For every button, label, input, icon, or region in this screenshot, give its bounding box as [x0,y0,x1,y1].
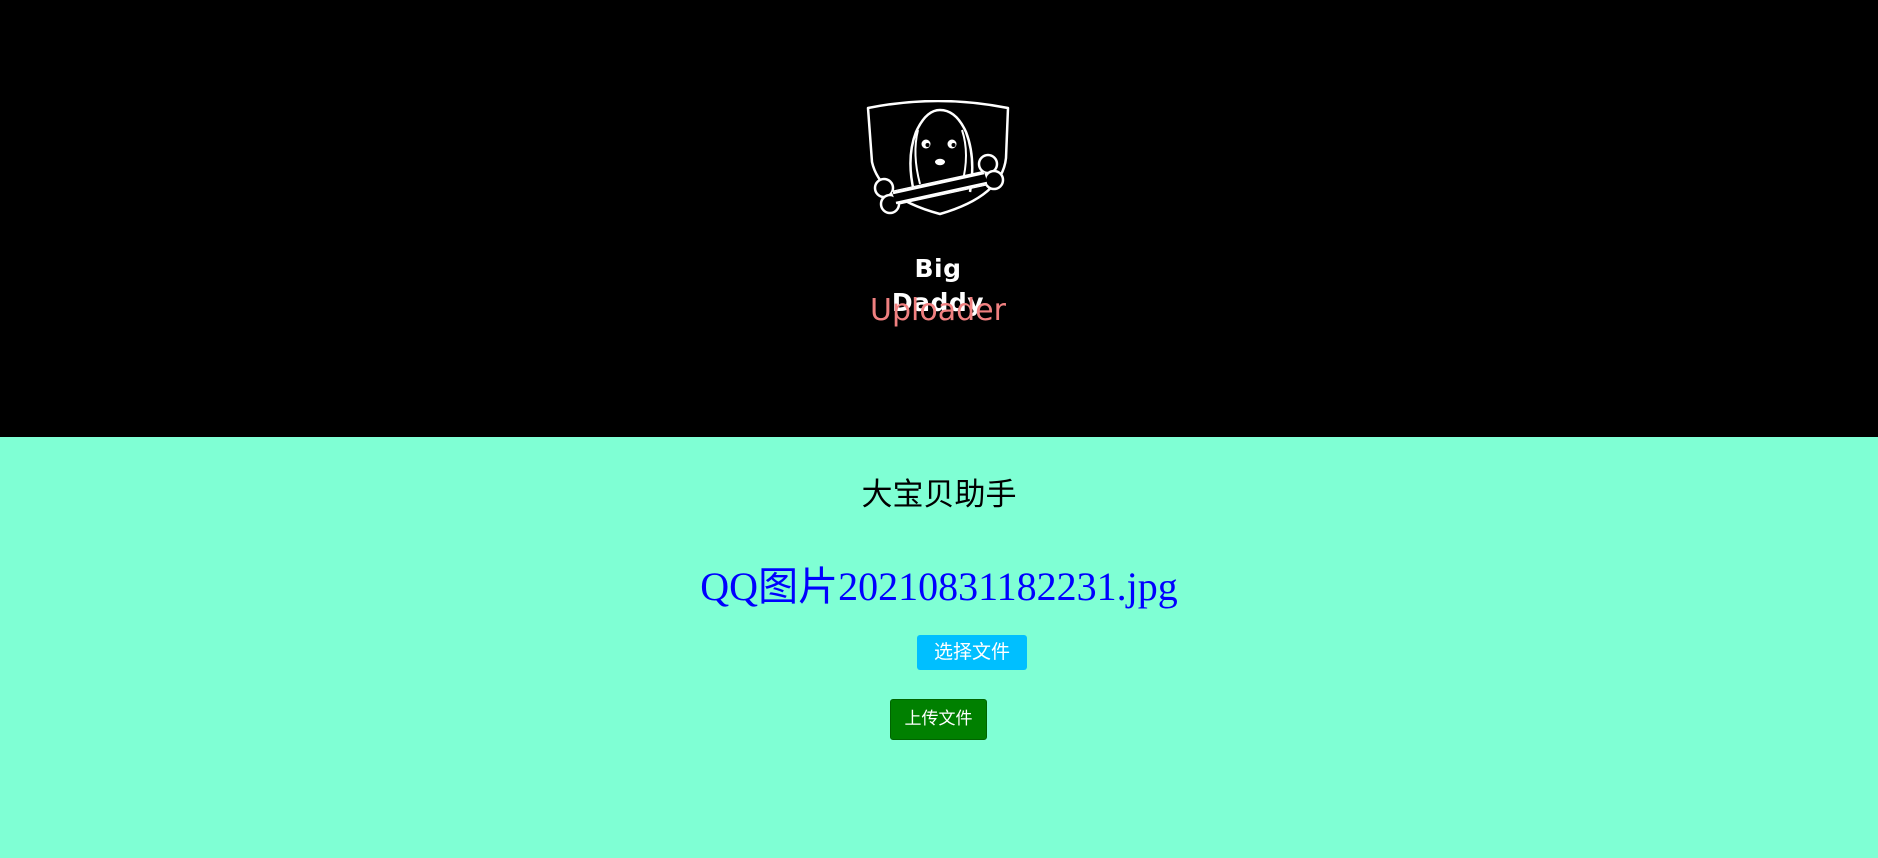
header-banner: Big Daddy Uploader [0,0,1878,437]
logo-subtitle: Uploader [870,293,1006,328]
upload-file-button[interactable]: 上传文件 [890,699,987,740]
dog-with-bone-shield-icon [866,100,1010,216]
page-title: 大宝贝助手 [861,477,1017,513]
selected-file-name: QQ图片20210831182231.jpg [700,564,1178,609]
upload-panel: 大宝贝助手 QQ图片20210831182231.jpg 选择文件 上传文件 [0,437,1878,858]
choose-file-button[interactable]: 选择文件 [917,635,1027,670]
logo: Big Daddy Uploader [866,100,1010,340]
